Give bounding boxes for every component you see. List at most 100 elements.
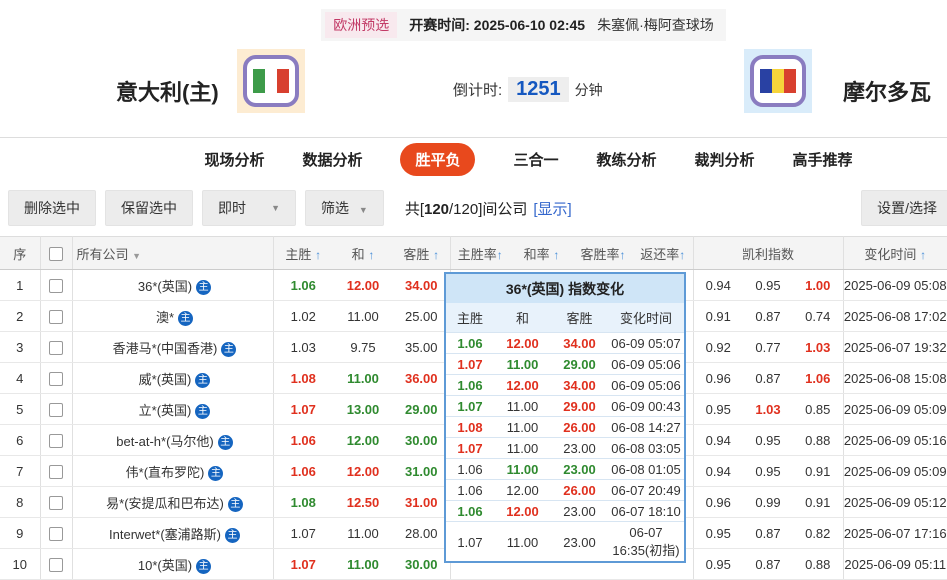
home-badge-icon: 主 xyxy=(218,435,233,450)
header-draw-odds[interactable]: 和 ↑ xyxy=(333,237,393,270)
header-home-odds[interactable]: 主胜 ↑ xyxy=(273,237,333,270)
company-cell[interactable]: 立*(英国)主 xyxy=(72,394,273,425)
show-link[interactable]: [显示] xyxy=(533,201,571,218)
row-checkbox[interactable] xyxy=(49,372,63,386)
odds-cell[interactable]: 1.08 xyxy=(273,487,333,518)
header-home-rate[interactable]: 主胜率↑ xyxy=(450,237,510,270)
header-away-rate[interactable]: 客胜率↑ xyxy=(573,237,633,270)
sort-asc-icon: ↑ xyxy=(920,248,926,262)
header-company[interactable]: 所有公司 ▼ xyxy=(72,237,273,270)
kelly-cell: 0.96 xyxy=(693,487,743,518)
kelly-cell: 0.94 xyxy=(693,270,743,301)
odds-cell[interactable]: 1.06 xyxy=(273,456,333,487)
odds-cell[interactable]: 11.00 xyxy=(333,363,393,394)
odds-cell[interactable]: 1.06 xyxy=(273,425,333,456)
odds-cell[interactable]: 9.75 xyxy=(333,332,393,363)
home-badge-icon: 主 xyxy=(228,497,243,512)
company-cell[interactable]: 澳*主 xyxy=(72,301,273,332)
row-checkbox[interactable] xyxy=(49,558,63,572)
odds-cell[interactable]: 1.07 xyxy=(273,549,333,580)
popup-odds-cell: 1.06 xyxy=(446,375,494,396)
odds-cell[interactable]: 12.00 xyxy=(333,456,393,487)
row-checkbox[interactable] xyxy=(49,279,63,293)
league-badge[interactable]: 欧洲预选 xyxy=(325,12,397,38)
kelly-cell: 0.87 xyxy=(743,363,793,394)
odds-cell[interactable]: 12.00 xyxy=(333,270,393,301)
odds-cell[interactable]: 1.07 xyxy=(273,394,333,425)
row-checkbox[interactable] xyxy=(49,527,63,541)
tab-active[interactable]: 胜平负 xyxy=(400,143,475,176)
company-cell[interactable]: 易*(安提瓜和巴布达)主 xyxy=(72,487,273,518)
tab[interactable]: 裁判分析 xyxy=(695,149,755,170)
tab[interactable]: 现场分析 xyxy=(204,149,264,170)
filter-dropdown[interactable]: 筛选 ▼ xyxy=(305,190,384,226)
header-return-rate[interactable]: 返还率↑ xyxy=(633,237,693,270)
odds-cell[interactable]: 1.06 xyxy=(273,270,333,301)
checkbox-cell xyxy=(40,456,72,487)
odds-cell[interactable]: 29.00 xyxy=(393,394,450,425)
odds-cell[interactable]: 1.07 xyxy=(273,518,333,549)
odds-cell[interactable]: 30.00 xyxy=(393,549,450,580)
select-all-checkbox[interactable] xyxy=(49,247,63,261)
odds-cell[interactable]: 31.00 xyxy=(393,456,450,487)
row-number: 4 xyxy=(0,363,40,394)
odds-cell[interactable]: 13.00 xyxy=(333,394,393,425)
popup-odds-cell: 1.07 xyxy=(446,522,494,562)
odds-cell[interactable]: 36.00 xyxy=(393,363,450,394)
popup-odds-cell: 23.00 xyxy=(551,438,608,459)
settings-button[interactable]: 设置/选择 xyxy=(861,190,947,226)
row-checkbox[interactable] xyxy=(49,496,63,510)
time-filter-dropdown[interactable]: 即时 ▼ xyxy=(202,190,296,226)
tab[interactable]: 高手推荐 xyxy=(793,149,853,170)
company-count: 共[120/120]间公司[显示] xyxy=(405,198,572,219)
popup-odds-cell: 1.06 xyxy=(446,333,494,354)
row-checkbox[interactable] xyxy=(49,403,63,417)
company-cell[interactable]: 香港马*(中国香港)主 xyxy=(72,332,273,363)
popup-odds-cell: 12.00 xyxy=(494,375,551,396)
company-name: bet-at-h*(马尔他) xyxy=(116,434,214,449)
chevron-down-icon: ▼ xyxy=(359,205,368,215)
popup-time-cell: 06-07 18:10 xyxy=(608,501,684,522)
away-team-name: 摩尔多瓦 xyxy=(843,75,931,107)
odds-cell[interactable]: 12.00 xyxy=(333,425,393,456)
odds-cell[interactable]: 1.03 xyxy=(273,332,333,363)
odds-cell[interactable]: 35.00 xyxy=(393,332,450,363)
odds-cell[interactable]: 1.02 xyxy=(273,301,333,332)
odds-cell[interactable]: 30.00 xyxy=(393,425,450,456)
popup-odds-cell: 29.00 xyxy=(551,354,608,375)
odds-cell[interactable]: 25.00 xyxy=(393,301,450,332)
company-cell[interactable]: 36*(英国)主 xyxy=(72,270,273,301)
company-cell[interactable]: bet-at-h*(马尔他) 主 xyxy=(72,425,273,456)
kelly-cell: 0.94 xyxy=(693,425,743,456)
row-checkbox[interactable] xyxy=(49,465,63,479)
header-draw-rate[interactable]: 和率 ↑ xyxy=(510,237,573,270)
popup-odds-cell: 29.00 xyxy=(551,396,608,417)
odds-cell[interactable]: 11.00 xyxy=(333,301,393,332)
row-checkbox[interactable] xyxy=(49,434,63,448)
row-checkbox[interactable] xyxy=(49,310,63,324)
delete-selected-button[interactable]: 删除选中 xyxy=(8,190,96,226)
company-cell[interactable]: 10*(英国)主 xyxy=(72,549,273,580)
odds-cell[interactable]: 31.00 xyxy=(393,487,450,518)
keep-selected-button[interactable]: 保留选中 xyxy=(105,190,193,226)
odds-cell[interactable]: 34.00 xyxy=(393,270,450,301)
company-cell[interactable]: Interwet*(塞浦路斯)主 xyxy=(72,518,273,549)
company-cell[interactable]: 伟*(直布罗陀)主 xyxy=(72,456,273,487)
row-checkbox[interactable] xyxy=(49,341,63,355)
tab[interactable]: 三合一 xyxy=(513,149,558,170)
odds-cell[interactable]: 28.00 xyxy=(393,518,450,549)
header-change-time[interactable]: 变化时间 ↑ xyxy=(843,237,947,270)
row-number: 5 xyxy=(0,394,40,425)
header-away-odds[interactable]: 客胜 ↑ xyxy=(393,237,450,270)
popup-odds-cell: 1.07 xyxy=(446,354,494,375)
popup-time-cell: 06-09 05:06 xyxy=(608,375,684,396)
odds-cell[interactable]: 12.50 xyxy=(333,487,393,518)
tab[interactable]: 教练分析 xyxy=(597,149,657,170)
tab[interactable]: 数据分析 xyxy=(302,149,362,170)
odds-cell[interactable]: 1.08 xyxy=(273,363,333,394)
odds-cell[interactable]: 11.00 xyxy=(333,549,393,580)
odds-cell[interactable]: 11.00 xyxy=(333,518,393,549)
popup-odds-cell: 11.00 xyxy=(494,522,551,562)
popup-odds-cell: 1.06 xyxy=(446,480,494,501)
company-cell[interactable]: 威*(英国)主 xyxy=(72,363,273,394)
